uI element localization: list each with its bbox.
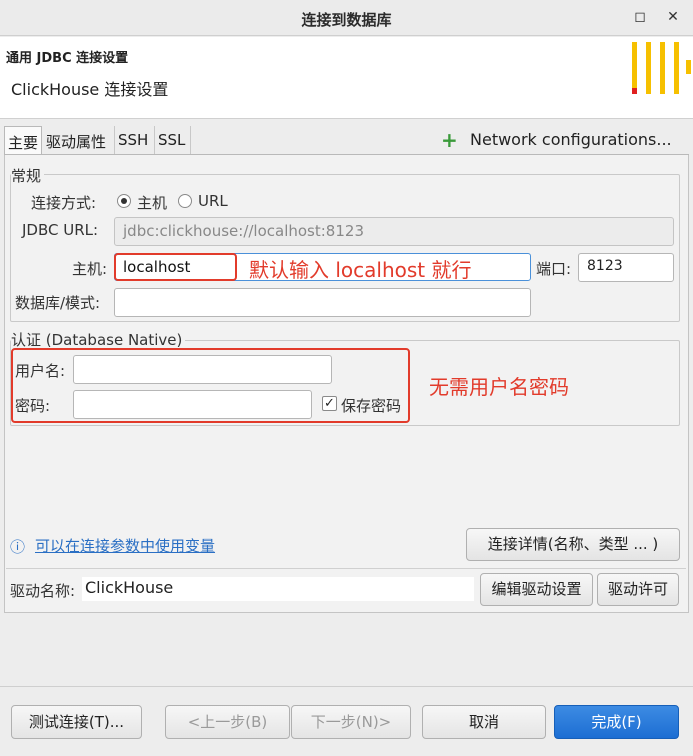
- back-button[interactable]: <上一步(B): [165, 705, 290, 739]
- variables-link[interactable]: 可以在连接参数中使用变量: [35, 535, 215, 556]
- tab-ssl[interactable]: SSL: [155, 126, 191, 154]
- port-label: 端口:: [536, 260, 572, 278]
- host-annotation-text: 默认输入 localhost 就行: [249, 258, 472, 282]
- tab-driver-properties[interactable]: 驱动属性: [43, 126, 115, 154]
- host-annotation-box: [114, 253, 237, 281]
- footer-divider: [0, 686, 693, 687]
- info-icon: ⓘ: [10, 538, 26, 556]
- general-group-label: 常规: [11, 165, 45, 186]
- plus-icon[interactable]: +: [441, 128, 458, 152]
- window-title: 连接到数据库: [301, 11, 392, 29]
- host-label: 主机:: [72, 260, 108, 278]
- driver-name-field[interactable]: ClickHouse: [82, 577, 474, 601]
- radio-selected-dot: [121, 198, 127, 204]
- driver-license-button[interactable]: 驱动许可: [597, 573, 679, 606]
- maximize-icon[interactable]: ◻: [631, 8, 649, 26]
- driver-name-label: 驱动名称:: [10, 582, 76, 600]
- connect-by-label: 连接方式:: [31, 194, 97, 212]
- close-icon[interactable]: ✕: [664, 8, 682, 26]
- finish-button[interactable]: 完成(F): [554, 705, 679, 739]
- edit-driver-button[interactable]: 编辑驱动设置: [480, 573, 593, 606]
- clickhouse-logo-icon: [630, 42, 691, 96]
- database-input[interactable]: [114, 288, 531, 317]
- auth-group-label: 认证 (Database Native): [11, 329, 186, 350]
- auth-annotation-text: 无需用户名密码: [429, 375, 569, 399]
- port-input[interactable]: 8123: [578, 253, 674, 282]
- auth-annotation-box: [11, 348, 410, 423]
- tab-ssh[interactable]: SSH: [115, 126, 155, 154]
- separator: [6, 568, 686, 569]
- cancel-button[interactable]: 取消: [422, 705, 546, 739]
- next-button[interactable]: 下一步(N)>: [291, 705, 411, 739]
- header-title: ClickHouse 连接设置: [11, 80, 169, 99]
- network-configurations-link[interactable]: Network configurations...: [470, 130, 672, 149]
- radio-host-label: 主机: [137, 194, 168, 212]
- connection-details-button[interactable]: 连接详情(名称、类型 ... ): [466, 528, 680, 561]
- test-connection-button[interactable]: 测试连接(T)...: [11, 705, 142, 739]
- radio-url-label: URL: [198, 192, 228, 210]
- header-subtitle: 通用 JDBC 连接设置: [6, 51, 129, 66]
- jdbc-url-label: JDBC URL:: [22, 221, 99, 239]
- tab-main[interactable]: 主要: [4, 126, 42, 154]
- radio-url[interactable]: [178, 194, 192, 208]
- radio-host[interactable]: [117, 194, 131, 208]
- jdbc-url-input[interactable]: jdbc:clickhouse://localhost:8123: [114, 217, 674, 246]
- database-label: 数据库/模式:: [15, 294, 101, 312]
